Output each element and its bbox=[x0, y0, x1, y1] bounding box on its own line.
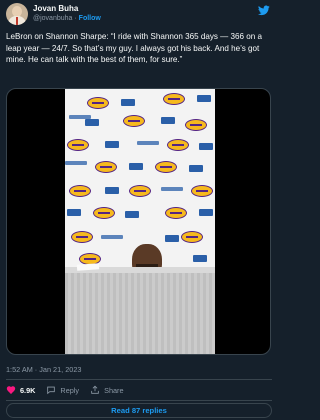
lakers-logo bbox=[191, 185, 213, 197]
ucla-health-logo bbox=[199, 143, 213, 150]
reply-label: Reply bbox=[60, 385, 80, 395]
lakers-logo bbox=[93, 207, 115, 219]
tweet-header: Jovan Buha @jovanbuha · Follow bbox=[0, 0, 278, 28]
lakers-logo bbox=[165, 207, 187, 219]
ucla-health-logo bbox=[197, 95, 211, 102]
divider bbox=[6, 379, 272, 380]
author-handle-row: @jovanbuha · Follow bbox=[33, 15, 101, 22]
tweet-actions: 6.9K Reply Share bbox=[6, 384, 135, 396]
author-handle[interactable]: @jovanbuha bbox=[33, 15, 72, 22]
sponsor-logo bbox=[65, 161, 87, 165]
lakers-logo bbox=[167, 139, 189, 151]
ucla-health-logo bbox=[161, 117, 175, 124]
sponsor-logo bbox=[137, 141, 159, 145]
video-player[interactable] bbox=[6, 88, 271, 355]
share-upload-icon bbox=[91, 385, 99, 394]
avatar[interactable] bbox=[6, 3, 28, 25]
tweet-text: LeBron on Shannon Sharpe: “I ride with S… bbox=[6, 32, 263, 64]
avatar-tie bbox=[16, 17, 18, 25]
ucla-health-logo bbox=[189, 165, 203, 172]
ucla-health-logo bbox=[105, 141, 119, 148]
like-button[interactable]: 6.9K bbox=[6, 385, 35, 395]
ucla-health-logo bbox=[129, 163, 143, 170]
ucla-health-logo bbox=[125, 211, 139, 218]
ucla-health-logo bbox=[85, 119, 99, 126]
heart-icon bbox=[6, 386, 16, 394]
lakers-logo bbox=[87, 97, 109, 109]
lakers-logo bbox=[123, 115, 145, 127]
lakers-logo bbox=[71, 231, 93, 243]
tweet-timestamp[interactable]: 1:52 AM · Jan 21, 2023 bbox=[6, 365, 81, 374]
lakers-logo bbox=[155, 161, 177, 173]
sponsor-logo bbox=[161, 187, 183, 191]
reply-bubble-icon bbox=[47, 386, 56, 395]
share-label: Share bbox=[104, 385, 124, 395]
like-count: 6.9K bbox=[20, 385, 36, 395]
lakers-logo bbox=[69, 185, 91, 197]
twitter-bird-icon[interactable] bbox=[258, 5, 270, 16]
share-button[interactable]: Share bbox=[90, 385, 124, 395]
lakers-logo bbox=[67, 139, 89, 151]
lakers-logo bbox=[185, 119, 207, 131]
sponsor-logo bbox=[101, 235, 123, 239]
author-name[interactable]: Jovan Buha bbox=[33, 4, 78, 13]
ucla-health-logo bbox=[193, 255, 207, 262]
read-replies-button[interactable]: Read 87 replies bbox=[6, 403, 272, 418]
ucla-health-logo bbox=[121, 99, 135, 106]
separator-dot: · bbox=[74, 15, 77, 22]
ucla-health-logo bbox=[199, 209, 213, 216]
lakers-logo bbox=[163, 93, 185, 105]
follow-button[interactable]: Follow bbox=[79, 15, 101, 22]
divider bbox=[6, 400, 272, 401]
ucla-health-logo bbox=[165, 235, 179, 242]
lakers-logo bbox=[181, 231, 203, 243]
podium-table bbox=[65, 273, 215, 354]
lakers-logo bbox=[129, 185, 151, 197]
reply-button[interactable]: Reply bbox=[46, 385, 79, 395]
ucla-health-logo bbox=[67, 209, 81, 216]
ucla-health-logo bbox=[105, 187, 119, 194]
lakers-logo bbox=[95, 161, 117, 173]
